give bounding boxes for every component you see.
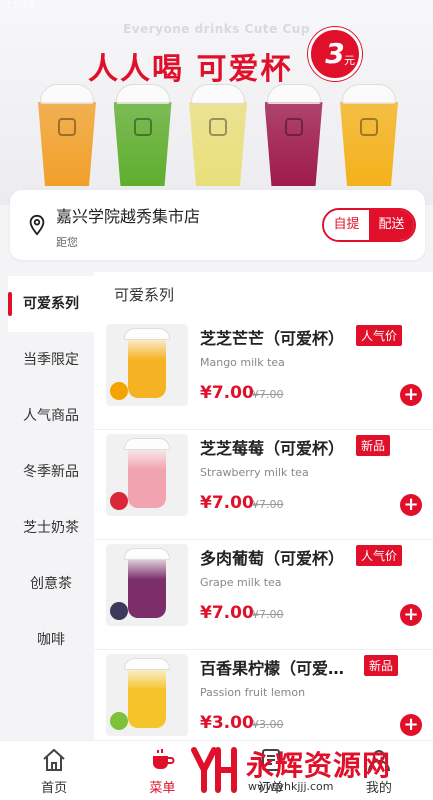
product-original-price: ¥7.00: [252, 388, 284, 401]
product-tag: 新品: [356, 435, 391, 456]
cup-image: [112, 84, 174, 188]
category-item[interactable]: 当季限定: [8, 332, 94, 388]
category-item[interactable]: 创意茶: [8, 556, 94, 612]
product-image: [106, 654, 188, 736]
product-tag: 人气价: [356, 545, 403, 566]
banner-tagline-en: Everyone drinks Cute Cup: [123, 22, 310, 36]
home-icon: [43, 748, 65, 771]
product-card[interactable]: 芝芝莓莓（可爱杯） 新品 Strawberry milk tea ¥7.00 ¥…: [94, 430, 433, 540]
menu-area: 可爱系列 当季限定 人气商品 冬季新品 芝士奶茶 创意茶 咖啡 可爱系列 芝芝芒…: [0, 272, 433, 746]
cup-image: [36, 84, 98, 188]
category-sidebar: 可爱系列 当季限定 人气商品 冬季新品 芝士奶茶 创意茶 咖啡: [8, 276, 94, 746]
watermark-url: www.yhkjjj.com: [248, 780, 334, 793]
product-english-name: Passion fruit lemon: [200, 686, 306, 699]
add-to-cart-button[interactable]: +: [400, 494, 422, 516]
product-original-price: ¥3.00: [252, 718, 284, 731]
status-time: 11:56: [6, 0, 35, 11]
price-badge-number: 3: [325, 37, 345, 70]
cup-image: [338, 84, 400, 188]
product-price: ¥7.00: [200, 493, 254, 513]
category-item[interactable]: 可爱系列: [8, 276, 94, 332]
price-badge: 3 元: [308, 27, 362, 81]
product-tag: 新品: [364, 655, 399, 676]
product-list: 可爱系列 芝芝芒芒（可爱杯） 人气价 Mango milk tea ¥7.00 …: [94, 272, 433, 740]
product-name: 百香果柠檬（可爱杯）: [200, 659, 355, 678]
banner-cups: [36, 84, 400, 194]
add-to-cart-button[interactable]: +: [400, 714, 422, 736]
category-item[interactable]: 芝士奶茶: [8, 500, 94, 556]
product-name: 芝芝芒芒（可爱杯）: [200, 329, 345, 348]
add-to-cart-button[interactable]: +: [400, 384, 422, 406]
product-english-name: Mango milk tea: [200, 356, 285, 369]
cup-image: [187, 84, 249, 188]
category-item[interactable]: 人气商品: [8, 388, 94, 444]
watermark-name: 永辉资源网: [246, 749, 392, 782]
promo-banner[interactable]: 11:56 Everyone drinks Cute Cup 人人喝 可爱杯 3…: [0, 0, 433, 205]
category-item[interactable]: 咖啡: [8, 612, 94, 668]
product-image: [106, 434, 188, 516]
nav-home-label: 首页: [41, 781, 68, 796]
pickup-delivery-toggle[interactable]: 自提 配送: [322, 208, 416, 242]
cup-icon: [153, 749, 175, 769]
watermark: 永辉资源网 www.yhkjjj.com: [186, 742, 433, 798]
price-badge-unit: 元: [344, 54, 355, 67]
product-card[interactable]: 芝芝芒芒（可爱杯） 人气价 Mango milk tea ¥7.00 ¥7.00…: [94, 320, 433, 430]
product-image: [106, 324, 188, 406]
product-card[interactable]: 百香果柠檬（可爱杯） 新品 Passion fruit lemon ¥3.00 …: [94, 650, 433, 740]
cup-image: [263, 84, 325, 188]
product-price: ¥3.00: [200, 713, 254, 733]
product-name: 芝芝莓莓（可爱杯）: [200, 439, 345, 458]
section-title: 可爱系列: [114, 286, 175, 304]
product-image: [106, 544, 188, 626]
nav-home[interactable]: 首页: [0, 741, 108, 800]
product-name: 多肉葡萄（可爱杯）: [200, 549, 345, 568]
product-price: ¥7.00: [200, 383, 254, 403]
product-card[interactable]: 多肉葡萄（可爱杯） 人气价 Grape milk tea ¥7.00 ¥7.00…: [94, 540, 433, 650]
store-card[interactable]: 嘉兴学院越秀集市店 距您 自提 配送: [10, 190, 425, 260]
store-name[interactable]: 嘉兴学院越秀集市店: [56, 203, 200, 227]
banner-tagline-zh: 人人喝 可爱杯: [88, 52, 293, 87]
delivery-option[interactable]: 配送: [369, 210, 414, 240]
add-to-cart-button[interactable]: +: [400, 604, 422, 626]
product-original-price: ¥7.00: [252, 498, 284, 511]
category-item[interactable]: 冬季新品: [8, 444, 94, 500]
pickup-option[interactable]: 自提: [324, 210, 369, 240]
product-english-name: Strawberry milk tea: [200, 466, 309, 479]
location-pin-icon: [29, 214, 45, 236]
product-price: ¥7.00: [200, 603, 254, 623]
store-distance: 距您: [56, 236, 78, 249]
product-tag: 人气价: [356, 325, 403, 346]
watermark-logo-icon: [191, 747, 237, 793]
product-original-price: ¥7.00: [252, 608, 284, 621]
product-english-name: Grape milk tea: [200, 576, 282, 589]
